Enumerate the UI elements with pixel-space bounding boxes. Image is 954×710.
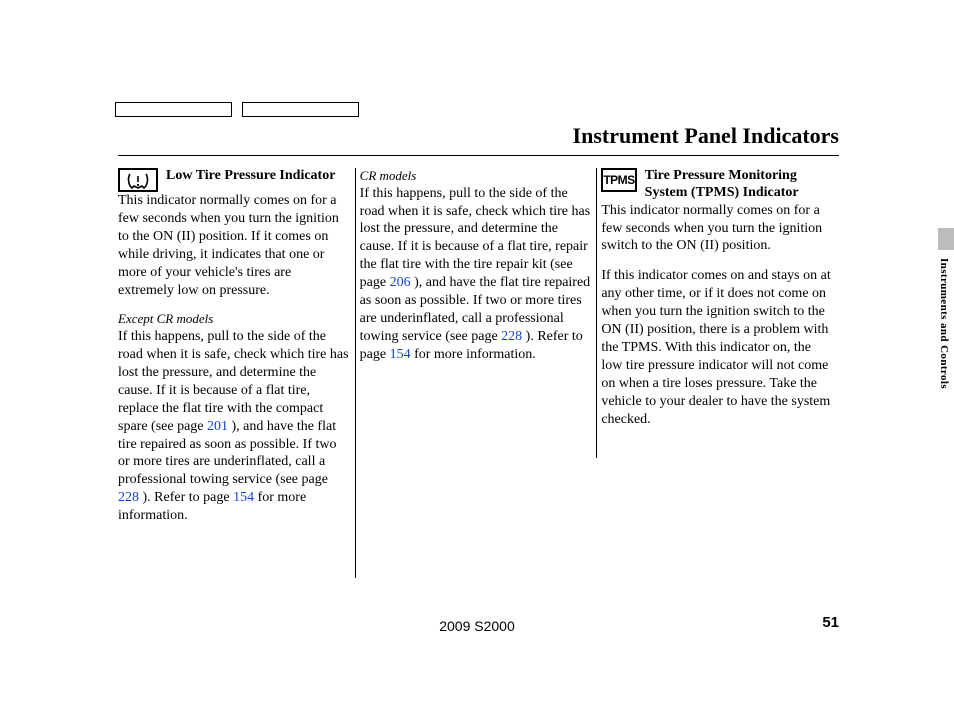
page-title: Instrument Panel Indicators <box>118 123 839 156</box>
footer-model: 2009 S2000 <box>0 618 954 634</box>
low-tire-pressure-icon <box>118 168 158 192</box>
col1-p1: This indicator normally comes on for a f… <box>118 192 349 299</box>
column-2: CR models If this happens, pull to the s… <box>360 168 597 578</box>
page-link-154-b[interactable]: 154 <box>390 347 411 362</box>
tpms-icon: TPMS <box>601 168 636 192</box>
header-box-2[interactable] <box>242 102 359 117</box>
page-link-154[interactable]: 154 <box>233 490 254 505</box>
col3-heading: Tire Pressure Monitoring System (TPMS) I… <box>645 168 832 202</box>
column-separator-2 <box>596 168 597 458</box>
section-tab <box>938 228 954 250</box>
column-separator-1 <box>355 168 356 578</box>
page-link-206[interactable]: 206 <box>390 275 411 290</box>
header-buttons <box>115 102 359 117</box>
section-label: Instruments and Controls <box>938 258 950 389</box>
col3-p2: If this indicator comes on and stays on … <box>601 267 832 428</box>
col1-heading: Low Tire Pressure Indicator <box>166 168 335 185</box>
header-box-1[interactable] <box>115 102 232 117</box>
col1-p2: If this happens, pull to the side of the… <box>118 328 349 525</box>
page-link-228-b[interactable]: 228 <box>501 329 522 344</box>
col2-sub: CR models <box>360 168 591 185</box>
page-link-201[interactable]: 201 <box>207 419 228 434</box>
page: Instrument Panel Indicators Low Tire Pre… <box>0 0 954 710</box>
col1-p2c: ). Refer to page <box>139 490 233 505</box>
page-link-228[interactable]: 228 <box>118 490 139 505</box>
page-number: 51 <box>822 614 839 631</box>
column-1: Low Tire Pressure Indicator This indicat… <box>118 168 355 578</box>
col3-p1: This indicator normally comes on for a f… <box>601 202 832 256</box>
content-columns: Low Tire Pressure Indicator This indicat… <box>118 168 838 578</box>
col1-sub: Except CR models <box>118 311 349 328</box>
col2-p1: If this happens, pull to the side of the… <box>360 185 591 364</box>
col2-p1d: for more information. <box>411 347 536 362</box>
tpms-icon-label: TPMS <box>603 173 634 187</box>
column-3: TPMS Tire Pressure Monitoring System (TP… <box>601 168 838 578</box>
